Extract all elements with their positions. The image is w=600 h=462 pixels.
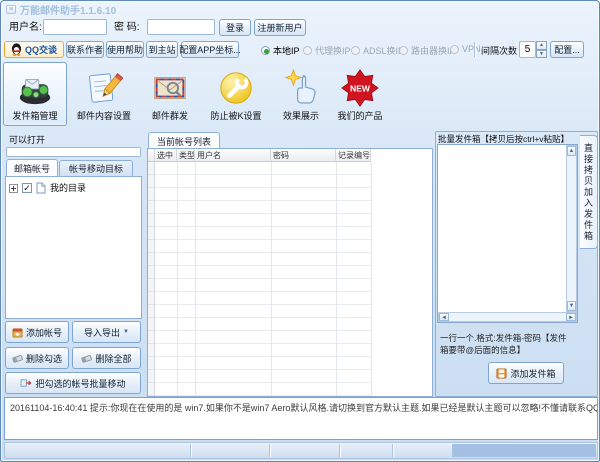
import-export-button[interactable]: 导入导出 ▼ [72,321,141,343]
radio-dot-icon [399,46,408,55]
ribbon-outbox-manager[interactable]: 发件箱管理 [3,62,67,126]
batch-outbox-textarea[interactable] [437,144,578,323]
horizontal-scrollbar[interactable]: ◄ ► [438,312,577,322]
ribbon-anti-block[interactable]: 防止被K设置 [201,62,271,126]
radio-vpn[interactable]: VPN [450,44,481,54]
tree-checkbox[interactable]: ✓ [22,183,32,193]
scroll-up-icon[interactable]: ▲ [567,146,576,156]
tab-mail-accounts[interactable]: 邮箱帐号 [6,159,58,176]
radio-proxy-ip[interactable]: 代理换IP [303,44,351,57]
register-button[interactable]: 注册新用户 [254,19,306,36]
interval-label: 间隔次数 [481,46,518,56]
folder-doc-icon [36,182,46,194]
mailbox-manager-icon [19,78,51,105]
scroll-left-icon[interactable]: ◄ [439,313,449,321]
main-site-button[interactable]: 到主站 [146,41,178,58]
column-header-password[interactable]: 密码 [271,149,336,162]
anti-block-icon [220,72,252,104]
password-input[interactable] [147,19,215,35]
tab-account-move-target[interactable]: 帐号移动目标 [59,160,133,176]
toolbar-divider [474,42,475,57]
tab-current-account-list[interactable]: 当前帐号列表 [148,132,220,149]
ribbon-our-products[interactable]: NEW 我们的产品 [331,62,389,126]
column-header-record-id[interactable]: 记录编号 [336,149,371,162]
tree-expand-icon[interactable] [9,183,18,193]
username-input[interactable] [43,19,107,35]
radio-dot-icon [351,46,360,55]
eraser-icon [81,355,93,363]
status-message-box: 20161104-16:40:41 提示:你现在在使用的是 win7.如果你不是… [4,397,598,440]
eraser-icon [12,355,23,363]
window-title: 万能邮件助手1.1.6.10 [20,5,117,17]
add-outbox-button[interactable]: 添加发件箱 [488,362,564,384]
column-header-type[interactable]: 类型 [177,149,195,162]
radio-adsl-ip[interactable]: ADSL换IP [351,44,404,57]
interval-input[interactable] [519,41,536,58]
effect-demo-icon [284,69,316,104]
radio-local-ip[interactable]: 本地IP [261,44,300,57]
spinner-up-icon[interactable]: ▲ [536,41,547,50]
scroll-down-icon[interactable]: ▼ [567,301,576,311]
titlebar: ≡ 万能邮件助手1.1.6.10 [1,1,599,17]
vertical-scrollbar[interactable]: ▲ ▼ [566,145,577,312]
new-product-icon: NEW [341,69,379,107]
outbox-format-hint: 一行一个.格式:发件箱-密码【发件箱要带@后面的信息】 [440,333,567,355]
status-message: 20161104-16:40:41 提示:你现在在使用的是 win7.如果你不是… [10,403,597,413]
radio-dot-icon [303,46,312,55]
side-tab-direct-copy[interactable]: 直接拷贝加入发件箱 [580,135,598,249]
statusbar [4,442,598,459]
app-window: ≡ 万能邮件助手1.1.6.10 用户名: 密 码: 登录 注册新用户 QQ交谈… [0,0,600,462]
radio-dot-icon [450,44,459,54]
qq-chat-button[interactable]: QQ交谈 [4,41,64,58]
column-header-checked[interactable]: 选中 [155,149,177,162]
config-button[interactable]: 配置... [550,41,584,58]
new-badge-text: NEW [350,83,371,93]
ribbon-mail-content[interactable]: 邮件内容设置 [71,62,137,126]
delete-checked-button[interactable]: 删除勾选 [5,347,69,369]
mail-content-icon [89,73,123,103]
login-button[interactable]: 登录 [219,19,251,36]
ribbon-mail-send[interactable]: 邮件群发 [143,62,197,126]
mail-send-icon [154,77,186,99]
add-outbox-icon [496,367,508,379]
radio-dot-icon [261,46,270,55]
window-menu-icon[interactable]: ≡ [6,4,16,14]
scroll-right-icon[interactable]: ► [566,313,576,321]
tree-root-label: 我的目录 [50,183,87,193]
config-app-coords-button[interactable]: 配置APP坐标... [179,41,241,58]
qq-penguin-icon [11,43,22,56]
grid-corner-cell [148,149,155,162]
delete-all-button[interactable]: 删除全部 [72,347,141,369]
account-grid[interactable]: 选中 类型 用户名 密码 记录编号 [147,148,433,397]
password-label: 密 码: [114,22,140,33]
radio-router-ip[interactable]: 路由器换IP [399,44,456,57]
add-account-button[interactable]: 添加帐号 [5,321,69,343]
column-header-username[interactable]: 用户名 [195,149,271,162]
account-tree[interactable]: ✓ 我的目录 [5,176,142,319]
ribbon-effect-demo[interactable]: 效果展示 [273,62,329,126]
contact-author-button[interactable]: 联系作者 [66,41,104,58]
move-arrow-icon [21,379,32,387]
username-label: 用户名: [9,22,42,33]
help-button[interactable]: 使用帮助 [106,41,144,58]
chevron-down-icon: ▼ [123,329,129,335]
statusbar-active-segment [453,444,596,457]
move-checked-button[interactable]: 把勾选的帐号批量移动 [5,372,141,394]
progress-strip [6,147,141,157]
add-account-icon [12,327,23,338]
grid-row-header-column [148,162,155,396]
left-panel-header: 可以打开 [9,135,46,145]
spinner-down-icon[interactable]: ▼ [536,49,547,58]
grid-body[interactable] [155,162,371,396]
interval-spinner[interactable]: ▲ ▼ [519,41,547,58]
